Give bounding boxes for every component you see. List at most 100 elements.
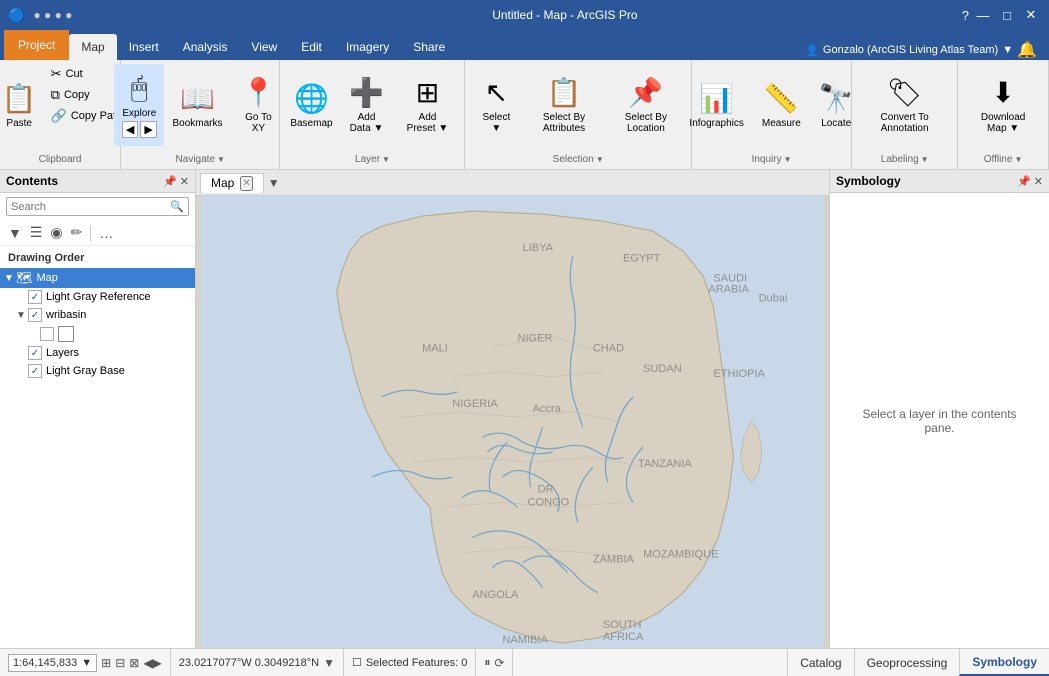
explore-button[interactable]: 🖱 Explore ◀ ▶ [114, 64, 164, 146]
infographics-button[interactable]: 📊 Infographics [681, 64, 751, 146]
tab-symbology-bottom[interactable]: Symbology [959, 649, 1049, 676]
map-tab-close[interactable]: ✕ [240, 176, 252, 191]
symbol-view-button[interactable]: ◉ [48, 222, 64, 243]
more-options-button[interactable]: … [97, 223, 115, 243]
map-scroll-down[interactable]: ▼ [264, 174, 284, 192]
checkbox-layers[interactable]: ✓ [28, 346, 42, 360]
tree-item-map[interactable]: ▼ 🗺 Map [0, 268, 195, 288]
pause-button[interactable]: ⏸ [484, 655, 490, 670]
expand-map[interactable]: ▼ [4, 273, 16, 284]
tree-label-light-gray-base: Light Gray Base [46, 365, 125, 377]
checkbox-wribasin[interactable]: ✓ [28, 308, 42, 322]
map-tab[interactable]: Map ✕ [200, 173, 264, 193]
expand-wribasin[interactable]: ▼ [16, 310, 28, 321]
map-canvas[interactable]: LIBYA EGYPT SAUDI ARABIA Dubai MALI NIGE… [196, 196, 829, 648]
selection-icon: ☐ [352, 656, 362, 669]
bookmarks-button[interactable]: 📖 Bookmarks [166, 64, 228, 146]
tree-item-light-gray-ref[interactable]: ✓ Light Gray Reference [0, 288, 195, 306]
zoom-full-button[interactable]: ⊟ [115, 656, 125, 670]
select-by-attributes-button[interactable]: 📋 Select By Attributes [523, 64, 604, 146]
symbology-panel-header: Symbology 📌 ✕ [830, 170, 1049, 193]
svg-text:EGYPT: EGYPT [623, 252, 661, 264]
refresh-button[interactable]: ⟳ [494, 656, 504, 670]
cut-icon: ✂ [51, 66, 62, 82]
tab-catalog[interactable]: Catalog [787, 649, 853, 676]
svg-text:Dubai: Dubai [759, 292, 788, 304]
measure-button[interactable]: 📏 Measure [754, 64, 809, 146]
ribbon-tab-bar: Project Map Insert Analysis View Edit Im… [0, 30, 1049, 60]
paste-button[interactable]: 📋 Paste [0, 64, 45, 146]
svg-text:CONGO: CONGO [528, 496, 570, 508]
select-button[interactable]: ↖ Select ▼ [471, 64, 521, 146]
help-button[interactable]: ? [962, 7, 969, 23]
svg-text:MALI: MALI [422, 343, 448, 355]
ribbon-group-layer: 🌐 Basemap ➕ Add Data ▼ ⊞ Add Preset ▼ La… [280, 60, 465, 169]
scale-value: 1:64,145,833 [13, 657, 77, 669]
tree-item-wribasin-sub[interactable] [0, 324, 195, 344]
select-icon: ↖ [485, 76, 508, 109]
zoom-in-button[interactable]: ⊞ [101, 656, 111, 670]
tab-insert[interactable]: Insert [117, 34, 171, 60]
add-data-button[interactable]: ➕ Add Data ▼ [338, 64, 394, 146]
tab-share[interactable]: Share [401, 34, 457, 60]
locate-icon: 🔭 [819, 82, 854, 115]
bookmarks-icon: 📖 [180, 82, 215, 115]
tree-item-light-gray-base[interactable]: ✓ Light Gray Base [0, 362, 195, 380]
search-button[interactable]: 🔍 [166, 198, 188, 215]
drawing-order-label: Drawing Order [0, 250, 195, 268]
contents-toolbar: ▼ ☰ ◉ ✏ … [0, 220, 195, 246]
symbology-pin-button[interactable]: 📌 [1017, 175, 1031, 188]
scale-section: 1:64,145,833 ▼ ⊞ ⊟ ⊠ ◀▶ [0, 649, 171, 676]
scale-dropdown[interactable]: 1:64,145,833 ▼ [8, 654, 97, 672]
basemap-button[interactable]: 🌐 Basemap [286, 64, 336, 146]
contents-pin-button[interactable]: 📌 [163, 175, 177, 188]
ribbon-group-inquiry: 📊 Infographics 📏 Measure 🔭 Locate Inquir… [692, 60, 852, 169]
search-input[interactable] [7, 199, 166, 215]
go-to-xy-button[interactable]: 📍 Go To XY [231, 64, 286, 146]
select-location-icon: 📌 [628, 76, 663, 109]
tree-item-wribasin[interactable]: ▼ ✓ wribasin [0, 306, 195, 324]
explore-forward[interactable]: ▶ [140, 121, 156, 138]
close-button[interactable]: ✕ [1021, 7, 1041, 23]
list-view-button[interactable]: ☰ [28, 222, 45, 243]
svg-text:NIGER: NIGER [518, 333, 553, 345]
contents-tree: Drawing Order ▼ 🗺 Map ✓ Light Gray Refer… [0, 246, 195, 648]
map-tree-icon: 🗺 [16, 270, 33, 286]
selection-section: ☐ Selected Features: 0 [344, 649, 476, 676]
ribbon-group-labeling: 🏷 Convert To Annotation Labeling ▼ [852, 60, 958, 169]
tab-view[interactable]: View [239, 34, 289, 60]
copy-icon: ⧉ [51, 87, 60, 103]
maximize-button[interactable]: □ [997, 7, 1017, 23]
tab-project[interactable]: Project [4, 30, 69, 60]
tree-label-map: Map [37, 272, 58, 284]
tab-edit[interactable]: Edit [289, 34, 334, 60]
tab-analysis[interactable]: Analysis [171, 34, 240, 60]
tab-geoprocessing[interactable]: Geoprocessing [854, 649, 960, 676]
tree-label-layers: Layers [46, 347, 79, 359]
add-preset-button[interactable]: ⊞ Add Preset ▼ [397, 64, 459, 146]
checkbox-light-gray-base[interactable]: ✓ [28, 364, 42, 378]
explore-back[interactable]: ◀ [122, 121, 138, 138]
symbology-close-button[interactable]: ✕ [1034, 175, 1043, 188]
minimize-button[interactable]: — [973, 7, 993, 23]
tab-map[interactable]: Map [69, 34, 116, 60]
download-map-button[interactable]: ⬇ Download Map ▼ [964, 64, 1042, 146]
contents-close-button[interactable]: ✕ [180, 175, 189, 188]
notification-bell[interactable]: 🔔 [1017, 40, 1037, 60]
tab-imagery[interactable]: Imagery [334, 34, 401, 60]
checkbox-light-gray-ref[interactable]: ✓ [28, 290, 42, 304]
coordinates-value: 23.0217077°W 0.3049218°N [179, 657, 319, 669]
filter-button[interactable]: ▼ [6, 223, 24, 243]
user-name: Gonzalo (ArcGIS Living Atlas Team) [823, 44, 998, 56]
zoom-out-button[interactable]: ⊠ [129, 656, 139, 670]
draw-view-button[interactable]: ✏ [69, 222, 85, 243]
copy-path-icon: 🔗 [51, 108, 67, 124]
checkbox-wribasin-sub[interactable] [40, 327, 54, 341]
scale-dropdown-arrow: ▼ [81, 657, 92, 669]
zoom-previous-button[interactable]: ◀▶ [143, 656, 161, 670]
coordinates-section: 23.0217077°W 0.3049218°N ▼ [171, 649, 344, 676]
tree-item-layers[interactable]: ✓ Layers [0, 344, 195, 362]
select-by-location-button[interactable]: 📌 Select By Location [607, 64, 685, 146]
coords-dropdown-button[interactable]: ▼ [323, 656, 335, 670]
convert-annotation-button[interactable]: 🏷 Convert To Annotation [858, 64, 951, 146]
